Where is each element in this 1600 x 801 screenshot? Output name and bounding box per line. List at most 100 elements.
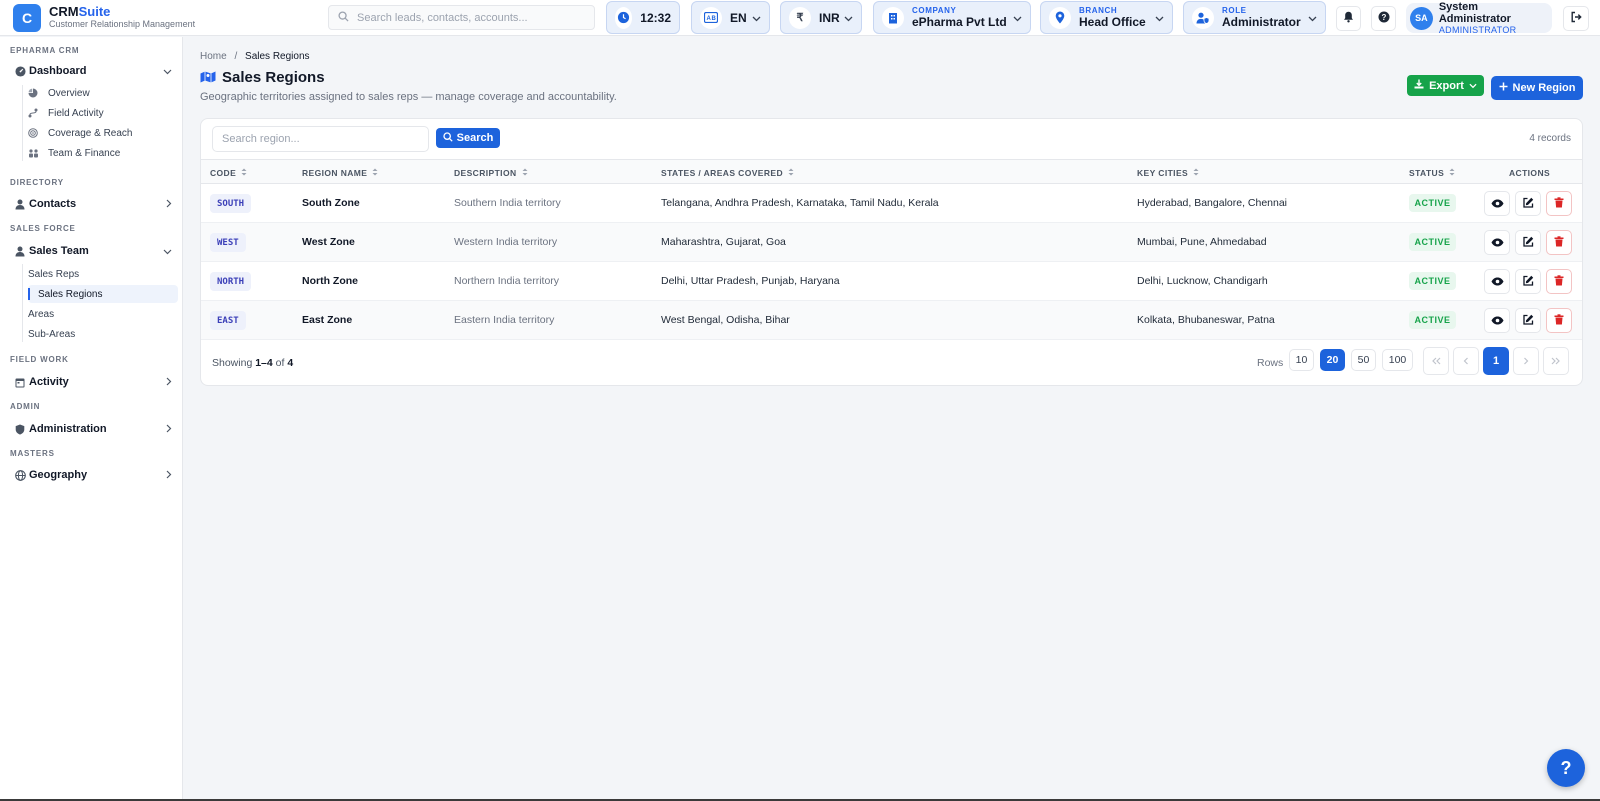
- sidebar-item-field-activity[interactable]: Field Activity: [28, 104, 178, 122]
- sidebar-item-label: Dashboard: [29, 65, 87, 77]
- first-page-button[interactable]: [1423, 347, 1449, 375]
- sidebar-item-coverage[interactable]: Coverage & Reach: [28, 124, 178, 142]
- region-code: SOUTH: [210, 194, 252, 213]
- table-row[interactable]: NORTH North Zone Northern India territor…: [201, 262, 1582, 301]
- table-row[interactable]: WEST West Zone Western India territory M…: [201, 223, 1582, 262]
- svg-text:?: ?: [1381, 13, 1386, 22]
- delete-button[interactable]: [1546, 191, 1572, 216]
- export-button[interactable]: Export: [1407, 75, 1484, 96]
- page-size-20[interactable]: 20: [1320, 349, 1345, 371]
- app-logo[interactable]: C: [13, 4, 41, 32]
- table-header: CODE REGION NAME DESCRIPTION STATES / AR…: [201, 159, 1582, 184]
- edit-button[interactable]: [1515, 269, 1541, 294]
- column-code[interactable]: CODE: [210, 168, 247, 178]
- sidebar-item-sales-regions[interactable]: Sales Regions: [28, 285, 178, 303]
- region-search-input[interactable]: [222, 133, 422, 145]
- sort-icon: [372, 168, 378, 178]
- edit-button[interactable]: [1515, 191, 1541, 216]
- eye-icon: [1491, 314, 1504, 328]
- region-code: WEST: [210, 233, 246, 252]
- route-icon: [28, 108, 40, 118]
- plus-icon: [1499, 82, 1508, 94]
- sidebar-item-label: Administration: [29, 423, 107, 435]
- page-size-10[interactable]: 10: [1289, 349, 1314, 371]
- view-button[interactable]: [1484, 230, 1510, 255]
- table-row[interactable]: EAST East Zone Eastern India territory W…: [201, 301, 1582, 340]
- chevron-right-icon: [166, 197, 172, 211]
- company-selector[interactable]: COMPANY ePharma Pvt Ltd: [873, 1, 1031, 34]
- role-selector[interactable]: ROLE Administrator: [1183, 1, 1326, 34]
- region-name: West Zone: [302, 236, 355, 248]
- chevron-down-icon: [752, 11, 761, 25]
- edit-icon: [1522, 275, 1534, 289]
- delete-button[interactable]: [1546, 308, 1572, 333]
- currency-pill[interactable]: ₹ INR: [780, 1, 862, 34]
- language-pill[interactable]: AB EN: [691, 1, 770, 34]
- user-menu[interactable]: SA System Administrator ADMINISTRATOR: [1406, 1, 1552, 35]
- sidebar-item-team-finance[interactable]: Team & Finance: [28, 144, 178, 162]
- section-sales-force: SALES FORCE: [10, 224, 76, 233]
- sidebar-item-geography[interactable]: Geography: [8, 465, 178, 485]
- sort-icon: [1193, 168, 1199, 178]
- column-region-name[interactable]: REGION NAME: [302, 168, 378, 178]
- section-epharma: EPHARMA CRM: [10, 46, 80, 55]
- user-tie-icon: [14, 245, 26, 257]
- column-key-cities[interactable]: KEY CITIES: [1137, 168, 1199, 178]
- trash-icon: [1554, 274, 1564, 289]
- table-row[interactable]: SOUTH South Zone Southern India territor…: [201, 184, 1582, 223]
- page-size-100[interactable]: 100: [1382, 349, 1413, 371]
- column-description[interactable]: DESCRIPTION: [454, 168, 528, 178]
- delete-button[interactable]: [1546, 269, 1572, 294]
- region-cities: Kolkata, Bhubaneswar, Patna: [1137, 314, 1275, 326]
- page-button-current[interactable]: 1: [1483, 347, 1509, 375]
- sort-icon: [241, 168, 247, 178]
- sidebar-item-sub-areas[interactable]: Sub-Areas: [28, 325, 178, 343]
- tree-line: [22, 85, 23, 161]
- last-page-button[interactable]: [1543, 347, 1569, 375]
- view-button[interactable]: [1484, 308, 1510, 333]
- view-button[interactable]: [1484, 269, 1510, 294]
- breadcrumb-separator: /: [234, 51, 238, 62]
- region-search[interactable]: [212, 126, 429, 152]
- clock-pill[interactable]: 12:32: [606, 1, 680, 34]
- new-region-label: New Region: [1512, 82, 1576, 94]
- next-page-button[interactable]: [1513, 347, 1539, 375]
- showing-text: Showing 1–4 of 4: [212, 357, 294, 369]
- sidebar-item-administration[interactable]: Administration: [8, 419, 178, 439]
- logout-button[interactable]: [1563, 6, 1589, 31]
- sidebar-item-dashboard[interactable]: Dashboard: [8, 61, 178, 81]
- global-search-input[interactable]: [357, 11, 577, 24]
- help-button[interactable]: ?: [1371, 6, 1396, 31]
- sidebar-item-activity[interactable]: Activity: [8, 372, 178, 392]
- search-button[interactable]: Search: [436, 128, 500, 148]
- sidebar-item-areas[interactable]: Areas: [28, 305, 178, 323]
- page-size-50[interactable]: 50: [1351, 349, 1376, 371]
- clock-icon: [615, 6, 633, 29]
- breadcrumb-home[interactable]: Home: [200, 51, 227, 62]
- global-search[interactable]: [328, 5, 595, 30]
- dashboard-gauge-icon: [14, 65, 26, 77]
- sidebar-item-contacts[interactable]: Contacts: [8, 194, 178, 214]
- prev-page-button[interactable]: [1453, 347, 1479, 375]
- help-fab-button[interactable]: ?: [1547, 749, 1585, 787]
- map-icon: [200, 70, 216, 87]
- delete-button[interactable]: [1546, 230, 1572, 255]
- column-states[interactable]: STATES / AREAS COVERED: [661, 168, 794, 178]
- company-value: ePharma Pvt Ltd: [912, 15, 1007, 29]
- notifications-button[interactable]: [1336, 6, 1361, 31]
- view-button[interactable]: [1484, 191, 1510, 216]
- trash-icon: [1554, 313, 1564, 328]
- sidebar-item-sales-reps[interactable]: Sales Reps: [28, 265, 178, 283]
- user-icon: [14, 198, 26, 210]
- edit-button[interactable]: [1515, 308, 1541, 333]
- sidebar-item-sales-team[interactable]: Sales Team: [8, 241, 178, 261]
- sort-icon: [522, 168, 528, 178]
- edit-button[interactable]: [1515, 230, 1541, 255]
- sidebar-item-overview[interactable]: Overview: [28, 84, 178, 102]
- column-status[interactable]: STATUS: [1409, 168, 1455, 178]
- branch-selector[interactable]: BRANCH Head Office: [1040, 1, 1173, 34]
- chevron-down-icon: [844, 11, 853, 25]
- sidebar: EPHARMA CRM Dashboard Overview Field Act…: [0, 37, 183, 801]
- new-region-button[interactable]: New Region: [1491, 76, 1583, 100]
- region-states: Maharashtra, Gujarat, Goa: [661, 236, 786, 248]
